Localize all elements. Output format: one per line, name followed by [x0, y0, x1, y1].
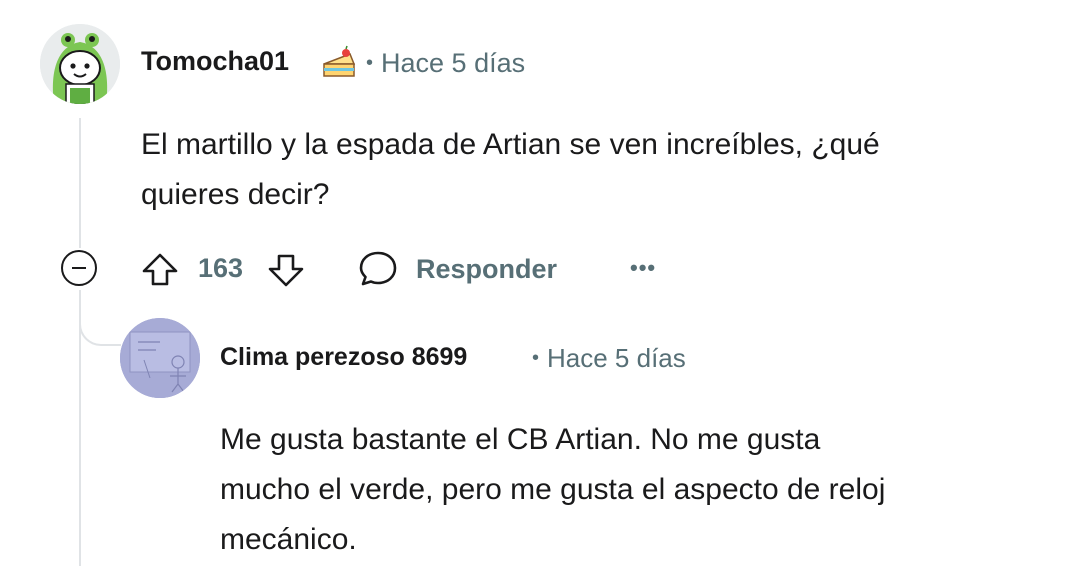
comment-body-line: quieres decir?: [141, 178, 330, 211]
reply-timestamp[interactable]: Hace 5 días: [547, 343, 686, 373]
vote-score: 163: [198, 253, 244, 283]
reply-body: Me gusta bastante el CB Artian. No me gu…: [220, 415, 1040, 565]
reply-body-line: mucho el verde, pero me gusta el aspecto…: [220, 473, 886, 506]
reply-body-line: mecánico.: [220, 523, 357, 556]
reply-meta: • Hace 5 días: [532, 343, 686, 374]
meta-separator: •: [532, 347, 540, 369]
sketch-avatar-icon: [120, 318, 200, 398]
cake-icon: [320, 44, 358, 82]
upvote-arrow-icon: [142, 253, 178, 286]
avatar[interactable]: [40, 24, 120, 104]
speech-bubble-icon: [359, 251, 397, 286]
downvote-arrow-icon: [268, 254, 304, 287]
meta-separator: •: [366, 52, 374, 74]
comment-thread: Tomocha01 • Hace 5 días El martillo y la …: [0, 0, 1073, 566]
reply-body-line: Me gusta bastante el CB Artian. No me gu…: [220, 423, 821, 456]
thread-branch-line[interactable]: [79, 290, 121, 346]
thread-line[interactable]: [79, 118, 81, 248]
comment-body: El martillo y la espada de Artian se ven…: [141, 120, 1021, 220]
reply-author[interactable]: Clima perezoso 8699: [220, 343, 467, 372]
reply-label: Responder: [416, 253, 558, 284]
comment-timestamp[interactable]: Hace 5 días: [381, 48, 525, 78]
collapse-thread-button[interactable]: [61, 250, 97, 286]
reply-avatar[interactable]: [120, 318, 200, 398]
downvote-button[interactable]: [266, 250, 306, 290]
comment-author[interactable]: Tomocha01: [141, 46, 289, 77]
reply-button[interactable]: Responder: [358, 246, 557, 292]
thread-line-lower[interactable]: [79, 290, 81, 566]
more-options-button[interactable]: •••: [630, 257, 662, 279]
upvote-button[interactable]: [140, 250, 180, 290]
frog-hood-avatar-icon: [40, 24, 120, 104]
comment-meta: • Hace 5 días: [366, 48, 525, 79]
comment-body-line: El martillo y la espada de Artian se ven…: [141, 128, 880, 161]
